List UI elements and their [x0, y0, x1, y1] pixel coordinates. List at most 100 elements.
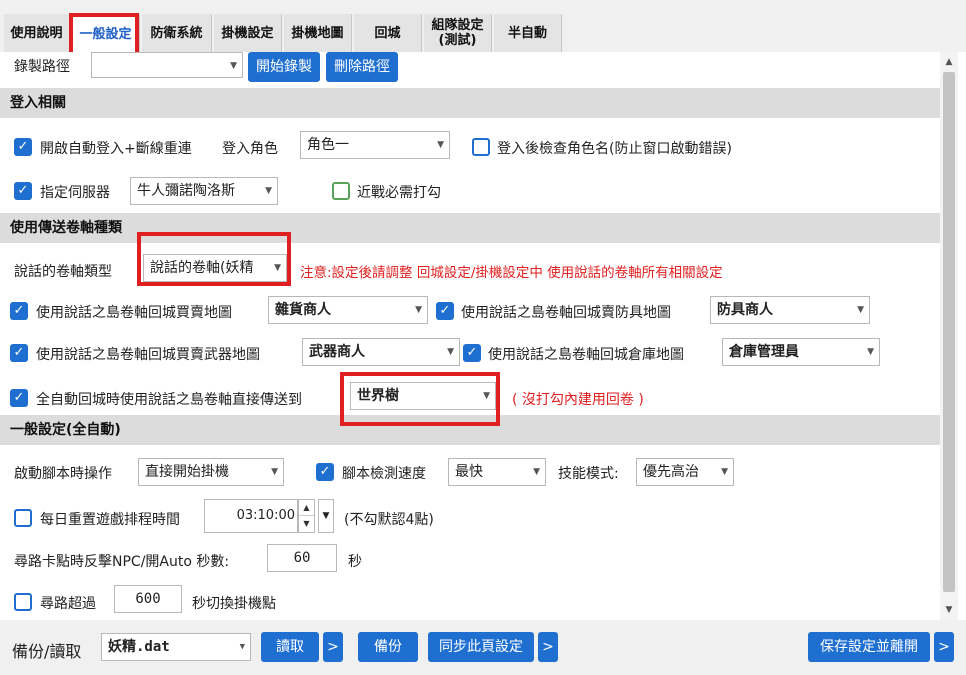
chevron-down-icon: ▼ — [239, 642, 245, 652]
chevron-down-icon: ▼ — [867, 347, 874, 357]
daily-reset-checkbox[interactable] — [14, 509, 32, 527]
scroll-type-note: 注意:設定後請調整 回城設定/掛機設定中 使用說話的卷軸所有相關設定 — [300, 265, 723, 281]
tab-usage[interactable]: 使用說明 — [4, 14, 70, 52]
row1-right-value: 防具商人 — [717, 302, 773, 318]
login-role-value: 角色一 — [307, 137, 349, 153]
sync-more-button[interactable]: > — [538, 632, 558, 662]
route-label: 錄製路徑 — [14, 59, 70, 75]
chevron-down-icon: ▼ — [415, 305, 422, 315]
auto-return-select[interactable]: 世界樹 ▼ — [350, 382, 496, 410]
row2-left-label: 使用說話之島卷軸回城買賣武器地圖 — [36, 347, 260, 363]
daily-reset-note: (不勾默認4點) — [344, 512, 434, 528]
row1-left-value: 雜貨商人 — [275, 302, 331, 318]
row2-right-label: 使用說話之島卷軸回城倉庫地圖 — [488, 347, 684, 363]
row1-left-checkbox[interactable]: ✓ — [10, 302, 28, 320]
detect-speed-value: 最快 — [455, 464, 483, 480]
tab-party[interactable]: 組隊設定 (測試) — [424, 14, 492, 52]
row1-left-label: 使用說話之島卷軸回城買賣地圖 — [36, 305, 232, 321]
time-spinner[interactable]: ▲ ▼ — [298, 499, 315, 533]
detect-speed-label: 腳本檢測速度 — [342, 466, 426, 482]
save-more-button[interactable]: > — [934, 632, 954, 662]
auto-return-checkbox[interactable]: ✓ — [10, 389, 28, 407]
row1-right-checkbox[interactable]: ✓ — [436, 302, 454, 320]
chevron-down-icon: ▼ — [437, 140, 444, 150]
tab-semi-auto[interactable]: 半自動 — [494, 14, 562, 52]
start-record-button[interactable]: 開始錄製 — [248, 52, 320, 82]
tab-idle-settings[interactable]: 掛機設定 — [214, 14, 282, 52]
tab-return-town[interactable]: 回城 — [354, 14, 422, 52]
chevron-down-icon: ▼ — [857, 305, 864, 315]
read-button[interactable]: 讀取 — [261, 632, 319, 662]
chevron-down-icon: ▼ — [265, 186, 272, 196]
path-timeout-label: 尋路超過 — [40, 596, 96, 612]
row1-right-label: 使用說話之島卷軸回城賣防具地圖 — [461, 305, 671, 321]
chevron-down-icon: ▼ — [447, 347, 454, 357]
melee-required-checkbox[interactable] — [332, 182, 350, 200]
section-login: 登入相關 — [0, 88, 940, 118]
login-role-select[interactable]: 角色一 ▼ — [300, 131, 450, 159]
backup-file-value: 妖精.dat — [108, 639, 170, 655]
row2-right-checkbox[interactable]: ✓ — [463, 344, 481, 362]
backup-read-label: 備份/讀取 — [12, 642, 82, 661]
specify-server-checkbox[interactable]: ✓ — [14, 182, 32, 200]
footer-bar: 備份/讀取 妖精.dat ▼ 讀取 > 備份 同步此頁設定 > 保存設定並離開 … — [0, 620, 966, 675]
chevron-down-icon: ▼ — [483, 391, 490, 401]
row1-left-select[interactable]: 雜貨商人 ▼ — [268, 296, 428, 324]
path-timeout-input[interactable]: 600 — [114, 585, 182, 613]
scroll-thumb[interactable] — [943, 72, 955, 592]
daily-reset-time-input[interactable]: 03:10:00 — [204, 499, 298, 533]
delete-route-button[interactable]: 刪除路徑 — [326, 52, 398, 82]
tab-defense[interactable]: 防衛系統 — [142, 14, 212, 52]
tab-idle-map[interactable]: 掛機地圖 — [284, 14, 352, 52]
settings-panel: 錄製路徑 ▼ 開始錄製 刪除路徑 登入相關 ✓ 開啟自動登入+斷線重連 登入角色… — [0, 52, 958, 620]
tab-general-settings[interactable]: 一般設定 — [72, 14, 140, 54]
stuck-seconds-input[interactable]: 60 — [267, 544, 337, 572]
daily-reset-label: 每日重置遊戲排程時間 — [40, 512, 180, 528]
tab-bar: 使用說明 一般設定 防衛系統 掛機設定 掛機地圖 回城 組隊設定 (測試) 半自… — [0, 0, 966, 54]
chevron-down-icon: ▼ — [533, 467, 540, 477]
save-exit-button[interactable]: 保存設定並離開 — [808, 632, 930, 662]
specify-server-label: 指定伺服器 — [40, 185, 110, 201]
chevron-down-icon: ▼ — [721, 467, 728, 477]
chevron-down-icon: ▼ — [230, 61, 237, 71]
login-role-label: 登入角色 — [222, 141, 278, 157]
auto-login-checkbox[interactable]: ✓ — [14, 138, 32, 156]
skill-mode-label: 技能模式: — [558, 466, 619, 482]
stuck-label: 尋路卡點時反擊NPC/開Auto 秒數: — [14, 554, 230, 570]
time-dropdown-icon[interactable]: ▼ — [318, 499, 334, 533]
row2-left-select[interactable]: 武器商人 ▼ — [302, 338, 460, 366]
check-role-name-checkbox[interactable] — [472, 138, 490, 156]
scroll-type-label: 說話的卷軸類型 — [14, 264, 112, 280]
row2-left-value: 武器商人 — [309, 344, 365, 360]
startup-label: 啟動腳本時操作 — [14, 466, 112, 482]
server-select[interactable]: 牛人彌諾陶洛斯 ▼ — [130, 177, 278, 205]
server-value: 牛人彌諾陶洛斯 — [137, 183, 235, 199]
row2-right-select[interactable]: 倉庫管理員 ▼ — [722, 338, 880, 366]
auto-login-label: 開啟自動登入+斷線重連 — [40, 141, 192, 157]
section-general-auto: 一般設定(全自動) — [0, 415, 940, 445]
chevron-down-icon: ▼ — [274, 263, 281, 273]
section-scroll-type: 使用傳送卷軸種類 — [0, 213, 940, 243]
route-select[interactable]: ▼ — [91, 52, 243, 78]
row2-left-checkbox[interactable]: ✓ — [10, 344, 28, 362]
scroll-up-icon[interactable]: ▲ — [940, 54, 958, 70]
scroll-type-select[interactable]: 說話的卷軸(妖精 ▼ — [143, 254, 287, 282]
spin-down-icon[interactable]: ▼ — [299, 516, 314, 532]
melee-required-label: 近戰必需打勾 — [357, 185, 441, 201]
auto-return-label: 全自動回城時使用說話之島卷軸直接傳送到 — [36, 392, 302, 408]
backup-button[interactable]: 備份 — [358, 632, 418, 662]
sync-page-button[interactable]: 同步此頁設定 — [428, 632, 534, 662]
backup-file-select[interactable]: 妖精.dat ▼ — [101, 633, 251, 661]
path-timeout-checkbox[interactable] — [14, 593, 32, 611]
detect-speed-checkbox[interactable]: ✓ — [316, 463, 334, 481]
auto-return-note: ( 沒打勾內建用回卷 ) — [512, 392, 644, 408]
row1-right-select[interactable]: 防具商人 ▼ — [710, 296, 870, 324]
read-more-button[interactable]: > — [323, 632, 343, 662]
auto-return-value: 世界樹 — [357, 388, 399, 404]
vertical-scrollbar[interactable]: ▲ ▼ — [940, 52, 958, 620]
detect-speed-select[interactable]: 最快 ▼ — [448, 458, 546, 486]
spin-up-icon[interactable]: ▲ — [299, 500, 314, 516]
skill-mode-select[interactable]: 優先高治 ▼ — [636, 458, 734, 486]
scroll-down-icon[interactable]: ▼ — [940, 602, 958, 618]
startup-select[interactable]: 直接開始掛機 ▼ — [138, 458, 284, 486]
